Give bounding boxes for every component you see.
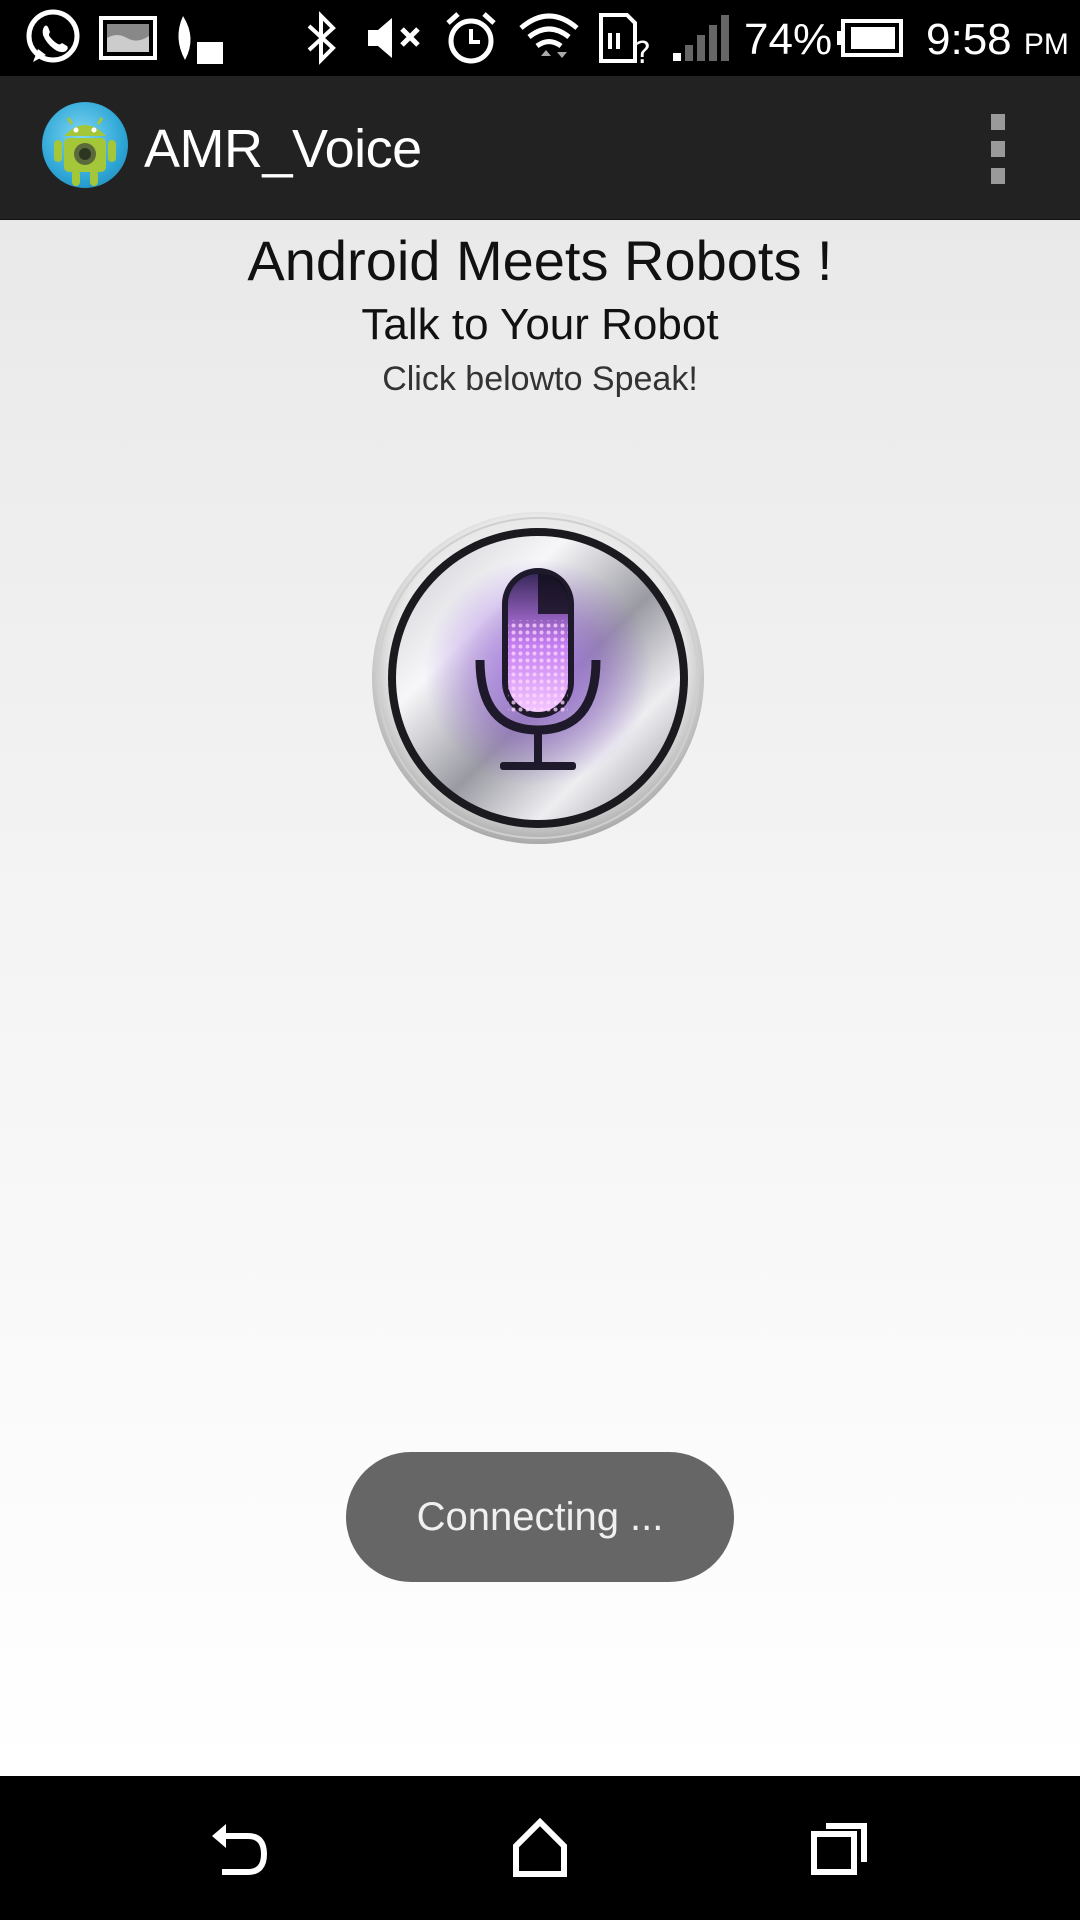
whatsapp-icon (18, 8, 88, 68)
overflow-menu-icon[interactable] (980, 114, 1016, 184)
navigation-bar (0, 1776, 1080, 1920)
speak-button[interactable] (370, 510, 706, 846)
sim-unknown-icon: ? (596, 8, 656, 68)
leaf-icon (170, 8, 230, 68)
wifi-icon (516, 8, 582, 68)
android-robot-icon[interactable] (42, 102, 128, 188)
connecting-toast: Connecting ... (346, 1452, 734, 1582)
bluetooth-icon (296, 8, 346, 68)
back-icon[interactable] (190, 1806, 290, 1890)
subheadline: Talk to Your Robot (361, 300, 719, 349)
recents-icon[interactable] (790, 1806, 890, 1890)
svg-text:?: ? (635, 36, 651, 67)
main-content: Android Meets Robots ! Talk to Your Robo… (0, 220, 1080, 1776)
status-bar: ? 74% 9:58 PM (0, 0, 1080, 76)
signal-icon (670, 8, 732, 68)
clock-time: 9:58 (926, 15, 1012, 64)
speak-hint: Click belowto Speak! (382, 360, 698, 398)
app-title: AMR_Voice (144, 119, 422, 179)
alarm-icon (440, 8, 502, 68)
mute-icon (362, 8, 428, 68)
clock-ampm: PM (1023, 28, 1069, 61)
headline: Android Meets Robots ! (247, 229, 833, 292)
battery-percent: 74% (744, 15, 833, 64)
battery-icon (834, 8, 904, 68)
home-icon[interactable] (490, 1806, 590, 1890)
microphone-icon (372, 512, 704, 844)
clock: 9:58 PM (926, 10, 1069, 70)
action-bar: AMR_Voice (0, 76, 1080, 220)
gallery-icon (98, 8, 158, 68)
